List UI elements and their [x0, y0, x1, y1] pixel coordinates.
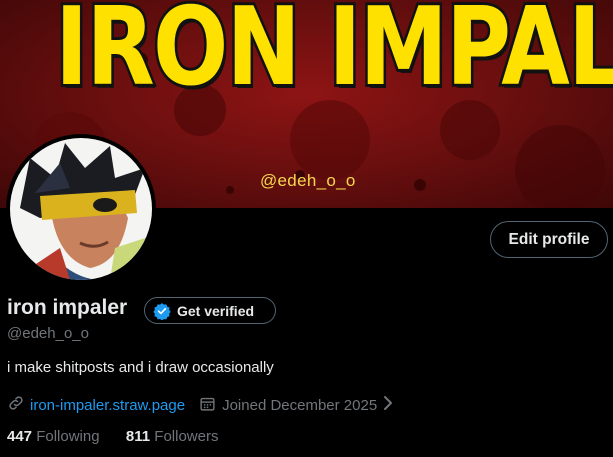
followers-link[interactable]: 811 Followers [126, 428, 219, 445]
avatar[interactable] [6, 134, 156, 284]
banner-title: IRON IMPALER [53, 0, 613, 110]
profile-meta: iron-impaler.straw.page Joined December … [7, 394, 394, 416]
followers-label: Followers [154, 428, 219, 445]
following-link[interactable]: 447 Following [7, 428, 100, 445]
avatar-image [10, 138, 152, 280]
followers-count: 811 [125, 428, 151, 445]
calendar-icon [199, 395, 216, 416]
profile-website-link[interactable]: iron-impaler.straw.page [30, 397, 185, 414]
edit-profile-button[interactable]: Edit profile [490, 221, 608, 258]
get-verified-label: Get verified [177, 302, 255, 319]
get-verified-button[interactable]: Get verified [144, 297, 276, 324]
profile-handle: @edeh_o_o [7, 325, 89, 342]
chevron-right-icon[interactable] [382, 395, 394, 415]
joined-date[interactable]: Joined December 2025 [222, 397, 377, 414]
following-count: 447 [7, 428, 33, 445]
banner-handle: @edeh_o_o [260, 171, 356, 190]
link-icon [7, 394, 25, 416]
follow-counts: 447 Following 811 Followers [7, 428, 218, 445]
following-label: Following [36, 428, 100, 445]
display-name: iron impaler [7, 296, 128, 319]
profile-bio: i make shitposts and i draw occasionally [7, 359, 274, 376]
verified-badge-icon [153, 302, 171, 321]
